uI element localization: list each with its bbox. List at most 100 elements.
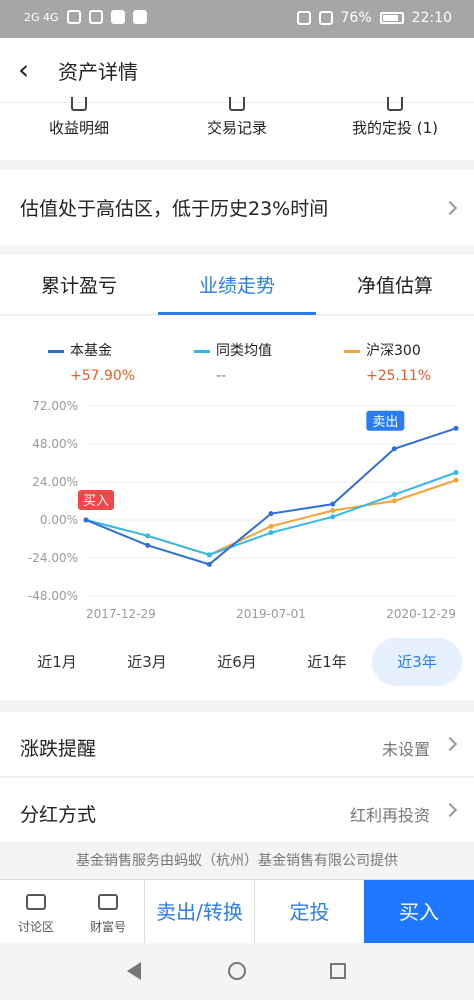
- transaction-records-label: 交易记录: [206, 119, 267, 137]
- period-selector: 近1月 近3月 近6月 近1年 近3年: [0, 638, 474, 686]
- tab-cumulative-pnl[interactable]: 累计盈亏: [0, 271, 158, 298]
- discuss-label: 讨论区: [17, 920, 54, 934]
- legend-peer-swatch: [194, 349, 210, 353]
- chart-section: 本基金 +57.90% 同类均值 -- 沪深300 +25.11% 72.00%…: [0, 316, 474, 700]
- series-point: [330, 501, 336, 507]
- legend-fund-value: +57.90%: [70, 368, 136, 384]
- y-tick-label: 48.00%: [32, 437, 78, 451]
- period-3y[interactable]: 近3年: [372, 638, 462, 686]
- quick-links: 收益明细 交易记录 我的定投 (1): [0, 97, 474, 160]
- y-tick-label: -24.00%: [28, 551, 78, 565]
- period-6m[interactable]: 近6月: [192, 638, 282, 686]
- buy-button[interactable]: 买入: [364, 880, 474, 944]
- series-point: [330, 508, 336, 513]
- discuss-button[interactable]: 讨论区: [0, 880, 72, 944]
- valuation-text: 估值处于高估区，低于历史23%时间: [20, 198, 329, 220]
- buy-marker-label: 买入: [83, 494, 109, 509]
- back-arrow-icon[interactable]: ‹: [18, 56, 40, 84]
- battery-icon: [379, 12, 404, 24]
- dividend-method-row[interactable]: 分红方式 红利再投资: [0, 778, 474, 843]
- legend-hs300: 沪深300 +25.11%: [344, 340, 431, 384]
- nav-recents-icon[interactable]: [330, 963, 346, 979]
- legend-fund-swatch: [48, 349, 64, 353]
- wealth-label: 财富号: [89, 920, 126, 934]
- income-detail-label: 收益明细: [48, 119, 109, 137]
- series-point: [206, 561, 212, 567]
- status-left: 2G 4G: [24, 10, 147, 24]
- page-header: ‹ 资产详情: [0, 38, 474, 102]
- sell-marker-label: 卖出: [372, 415, 398, 430]
- chart-tabs: 累计盈亏 业绩走势 净值估算: [0, 255, 474, 315]
- chevron-right-icon: [442, 802, 458, 818]
- dividend-method-value: 红利再投资: [349, 806, 430, 825]
- series-point: [391, 446, 397, 452]
- photo-app-icon: [132, 10, 147, 24]
- series-point: [145, 533, 151, 539]
- y-tick-label: 24.00%: [32, 475, 78, 489]
- series-point: [391, 498, 397, 504]
- wifi-icon: [66, 10, 81, 24]
- series-point: [453, 425, 459, 431]
- price-alert-row[interactable]: 涨跌提醒 未设置: [0, 712, 474, 777]
- checkbox-icon: [387, 97, 403, 111]
- bottom-action-bar: 讨论区 财富号 卖出/转换 定投 买入: [0, 879, 474, 944]
- income-detail-link[interactable]: 收益明细: [0, 97, 158, 138]
- price-alert-label: 涨跌提醒: [20, 738, 97, 760]
- series-point: [83, 517, 89, 523]
- performance-chart: 72.00% 48.00% 24.00% 0.00% -24.00% -48.00% 201…: [28, 399, 459, 621]
- series-point: [453, 477, 459, 483]
- y-tick-label: 72.00%: [32, 399, 78, 413]
- legend-fund-name: 本基金: [70, 343, 112, 359]
- price-alert-value: 未设置: [381, 740, 430, 759]
- tab-performance[interactable]: 业绩走势: [158, 271, 316, 298]
- fixed-invest-button[interactable]: 定投: [254, 880, 364, 944]
- signal-text: 2G 4G: [24, 10, 59, 24]
- nav-home-icon[interactable]: [228, 962, 246, 980]
- transaction-records-link[interactable]: 交易记录: [158, 97, 316, 138]
- series-line: [85, 427, 457, 566]
- period-1y[interactable]: 近1年: [282, 638, 372, 686]
- page-title: 资产详情: [58, 60, 138, 84]
- nav-back-icon[interactable]: [127, 962, 141, 980]
- series-point: [268, 530, 274, 536]
- chevron-right-icon: [442, 736, 458, 752]
- series-point: [145, 542, 151, 548]
- series-point: [268, 523, 274, 529]
- legend-hs300-swatch: [344, 349, 360, 353]
- series-point: [206, 552, 212, 558]
- period-1m[interactable]: 近1月: [12, 638, 102, 686]
- legend-peer-name: 同类均值: [216, 343, 272, 359]
- tab-nav-estimate[interactable]: 净值估算: [316, 271, 474, 298]
- shop-icon: [98, 894, 118, 910]
- legend-fund: 本基金 +57.90%: [48, 340, 135, 384]
- series-point: [453, 470, 459, 475]
- series-point: [391, 492, 397, 498]
- x-tick-label: 2020-12-29: [386, 607, 456, 621]
- valuation-banner[interactable]: 估值处于高估区，低于历史23%时间: [0, 170, 474, 245]
- chat-icon: [26, 894, 46, 910]
- wealth-button[interactable]: 财富号: [72, 880, 144, 944]
- status-right: 76% 22:10: [296, 10, 452, 26]
- legend-hs300-value: +25.11%: [366, 368, 432, 384]
- series-point: [268, 511, 274, 517]
- my-fixed-invest-link[interactable]: 我的定投 (1): [316, 97, 474, 138]
- status-time: 22:10: [411, 10, 452, 26]
- chevron-right-icon: [442, 200, 458, 216]
- document-icon: [71, 97, 87, 111]
- status-bar: 2G 4G 76% 22:10: [0, 0, 474, 38]
- sell-transfer-button[interactable]: 卖出/转换: [144, 880, 254, 944]
- battery-percent: 76%: [340, 10, 372, 26]
- shield-app-icon: [110, 10, 125, 24]
- legend-hs300-name: 沪深300: [366, 343, 421, 359]
- period-3m[interactable]: 近3月: [102, 638, 192, 686]
- y-tick-label: 0.00%: [40, 513, 78, 527]
- yuan-icon: [229, 97, 245, 111]
- nfc-icon: [296, 11, 311, 25]
- sales-provider-note: 基金销售服务由蚂蚁（杭州）基金销售有限公司提供: [76, 853, 398, 869]
- dividend-method-label: 分红方式: [20, 804, 97, 826]
- y-tick-label: -48.00%: [28, 589, 78, 603]
- x-tick-label: 2019-07-01: [236, 607, 306, 621]
- my-fixed-invest-label: 我的定投 (1): [351, 119, 439, 137]
- system-nav-bar: [0, 943, 474, 1000]
- series-point: [330, 514, 336, 520]
